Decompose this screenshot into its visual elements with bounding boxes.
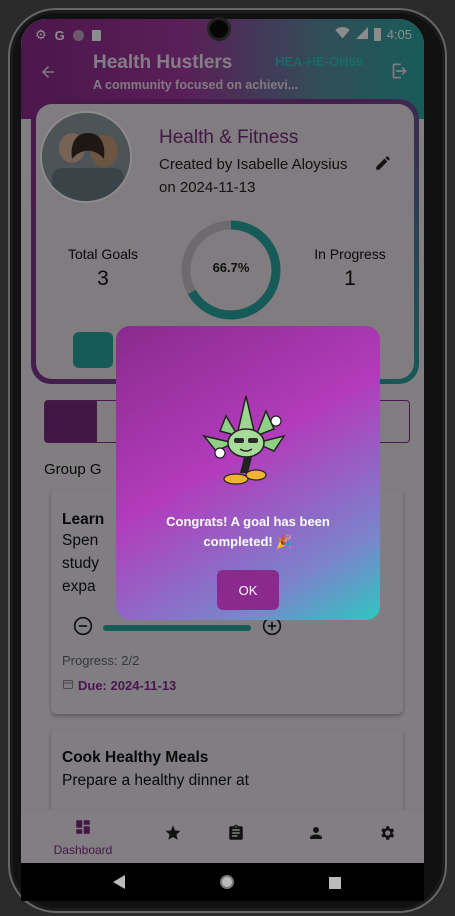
front-camera [207, 17, 231, 41]
ok-button[interactable]: OK [217, 570, 279, 610]
dialog-message: Congrats! A goal has been completed! 🎉 [166, 514, 330, 549]
goal-completed-dialog: Congrats! A goal has been completed! 🎉 O… [116, 326, 380, 620]
back-nav-icon[interactable] [113, 875, 125, 894]
recents-nav-icon[interactable] [329, 876, 341, 894]
app-screen: Health Hustlers A community focused on a… [21, 19, 424, 863]
system-navigation-bar [21, 863, 424, 901]
celebration-illustration [196, 391, 296, 501]
home-nav-icon[interactable] [219, 874, 235, 895]
